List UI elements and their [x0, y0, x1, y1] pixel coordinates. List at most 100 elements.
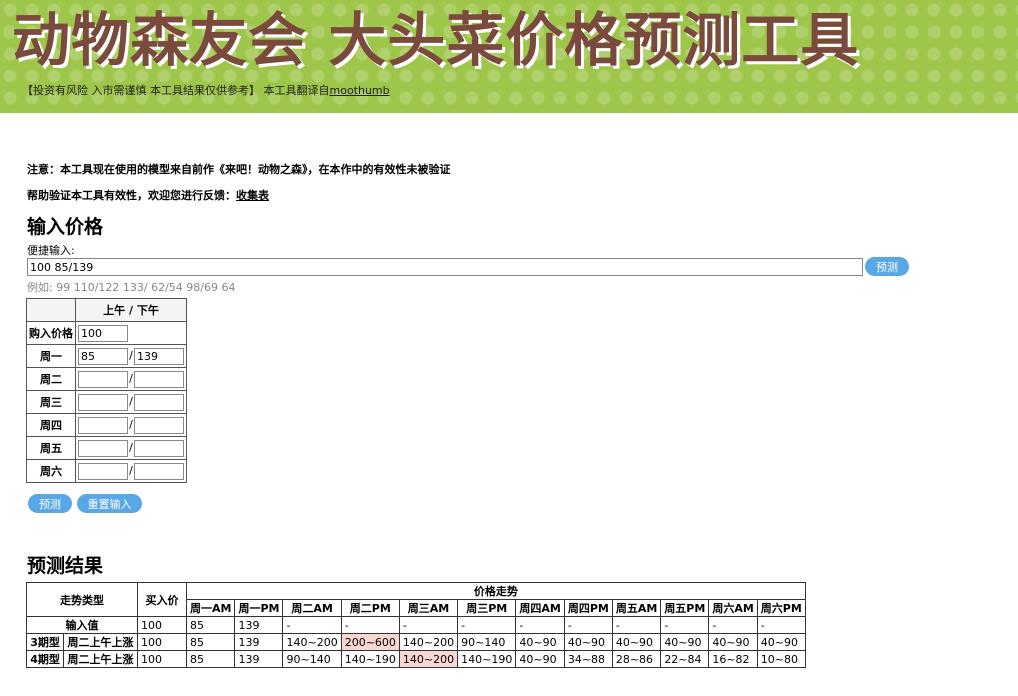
- price-range-cell: 10~80: [756, 650, 806, 668]
- quick-input[interactable]: [27, 258, 863, 276]
- day-price-cell: /: [75, 390, 187, 414]
- thu-am-input[interactable]: [78, 416, 128, 434]
- day-row-thu: 周四 /: [26, 413, 187, 437]
- tue-pm-input[interactable]: [134, 370, 184, 388]
- mon-pm-input[interactable]: [134, 347, 184, 365]
- day-label: 周二: [26, 367, 76, 391]
- pattern-type: 4期型: [25, 650, 65, 668]
- price-range-cell: -: [660, 616, 710, 634]
- price-range-cell: 16~82: [708, 650, 758, 668]
- day-price-cell: /: [75, 436, 187, 460]
- page-title: 动物森友会 大头菜价格预测工具: [12, 6, 860, 74]
- price-range-cell: 28~86: [611, 650, 662, 668]
- day-row-tue: 周二 /: [26, 367, 187, 391]
- buy-price-input[interactable]: [78, 324, 128, 342]
- credit-link[interactable]: moothumb: [330, 84, 390, 97]
- feedback-note: 帮助验证本工具有效性，欢迎您进行反馈：收集表: [27, 187, 269, 203]
- period-header: 周六PM: [756, 599, 806, 617]
- price-range-cell: 140~190: [457, 650, 517, 668]
- model-note: 注意：本工具现在使用的模型来自前作《来吧！动物之森》，在本作中的有效性未被验证: [27, 163, 451, 176]
- result-row: 输入值 100 85 139- - - - - - - - - -: [26, 616, 806, 634]
- buy-price-value: 100: [137, 650, 187, 668]
- buy-price-row: 购入价格: [26, 321, 187, 345]
- disclaimer-text: 【投资有风险 入市需谨慎 本工具结果仅供参考】 本工具翻译自: [22, 84, 330, 97]
- quick-input-label: 便捷输入:: [27, 244, 75, 257]
- day-price-cell: /: [75, 367, 187, 391]
- fri-pm-input[interactable]: [134, 439, 184, 457]
- period-header: 周五PM: [660, 599, 710, 617]
- period-header: 周四PM: [563, 599, 613, 617]
- price-range-cell: 34~88: [563, 650, 613, 668]
- thu-pm-input[interactable]: [134, 416, 184, 434]
- period-header: 周五AM: [611, 599, 662, 617]
- fri-am-input[interactable]: [78, 439, 128, 457]
- day-price-cell: /: [75, 413, 187, 437]
- price-range-cell: 85: [185, 633, 236, 651]
- price-range-cell: 40~90: [660, 633, 710, 651]
- predict-button[interactable]: 预测: [28, 494, 72, 513]
- feedback-link[interactable]: 收集表: [236, 189, 269, 202]
- result-row: 4期型 周二上午上涨 100 85 139 90~140 140~190 140~200 140…: [25, 650, 806, 668]
- day-label: 周三: [26, 390, 76, 414]
- feedback-prefix: 帮助验证本工具有效性，欢迎您进行反馈：: [27, 189, 236, 202]
- input-table-header-row: 上午 / 下午: [26, 298, 187, 322]
- input-table-corner: [26, 298, 76, 322]
- quick-predict-button[interactable]: 预测: [865, 257, 909, 276]
- day-row-sat: 周六 /: [26, 459, 187, 483]
- price-range-cell: 40~90: [756, 633, 806, 651]
- day-label: 周四: [26, 413, 76, 437]
- buy-price-label: 购入价格: [26, 321, 76, 345]
- day-price-cell: /: [75, 344, 187, 368]
- col-trend-header: 价格走势: [186, 582, 806, 600]
- sat-pm-input[interactable]: [134, 462, 184, 480]
- price-range-cell: -: [340, 616, 400, 634]
- results-heading: 预测结果: [27, 555, 104, 577]
- results-table: 走势类型 买入价 价格走势 周一AM 周一PM 周二AM 周二PM 周三AM 周三PM 周四…: [25, 582, 806, 668]
- pattern-subtype: 周二上午上涨: [63, 650, 138, 668]
- price-range-cell: -: [282, 616, 342, 634]
- price-range-cell: 85: [185, 616, 236, 634]
- price-range-cell: 40~90: [708, 633, 758, 651]
- price-range-cell: 140~200: [282, 633, 342, 651]
- reset-button[interactable]: 重置输入: [77, 494, 142, 513]
- period-header: 周一PM: [234, 599, 284, 617]
- day-row-wed: 周三 /: [26, 390, 187, 414]
- price-range-cell: -: [515, 616, 565, 634]
- price-input-table: 上午 / 下午 购入价格 周一 / 周二 / 周三 / 周四 / 周五 /: [26, 298, 187, 483]
- period-header: 周一AM: [185, 599, 236, 617]
- wed-pm-input[interactable]: [134, 393, 184, 411]
- col-type-header: 走势类型: [26, 582, 138, 617]
- pattern-type: 3期型: [25, 633, 65, 651]
- price-range-cell: 90~140: [282, 650, 342, 668]
- price-range-cell: 40~90: [611, 633, 662, 651]
- results-body: 输入值 100 85 139- - - - - - - - - -3期型 周二上午上涨 100 85 139 14…: [25, 616, 806, 668]
- price-range-cell: -: [708, 616, 758, 634]
- price-range-cell: -: [398, 616, 459, 634]
- row-label: 输入值: [26, 616, 138, 634]
- period-header: 周三AM: [398, 599, 459, 617]
- mon-am-input[interactable]: [78, 347, 128, 365]
- period-header: 周三PM: [457, 599, 517, 617]
- price-range-cell: -: [756, 616, 806, 634]
- period-header: 周二AM: [282, 599, 342, 617]
- price-range-cell: 139: [234, 650, 284, 668]
- sat-am-input[interactable]: [78, 462, 128, 480]
- results-header-row: 走势类型 买入价 价格走势: [26, 582, 806, 617]
- price-range-cell: -: [563, 616, 613, 634]
- period-header: 周六AM: [708, 599, 758, 617]
- tue-am-input[interactable]: [78, 370, 128, 388]
- price-range-cell: 85: [185, 650, 236, 668]
- day-label: 周五: [26, 436, 76, 460]
- am-pm-header: 上午 / 下午: [75, 298, 187, 322]
- buy-price-cell: [75, 321, 187, 345]
- price-range-cell: 140~200: [398, 633, 459, 651]
- price-range-cell: 40~90: [515, 650, 565, 668]
- period-header: 周二PM: [340, 599, 400, 617]
- buy-price-value: 100: [137, 633, 187, 651]
- buy-price-value: 100: [137, 616, 187, 634]
- price-range-cell: 139: [234, 616, 284, 634]
- disclaimer: 【投资有风险 入市需谨慎 本工具结果仅供参考】 本工具翻译自moothumb: [22, 82, 390, 98]
- wed-am-input[interactable]: [78, 393, 128, 411]
- price-range-cell: 200~600: [340, 633, 400, 651]
- day-row-mon: 周一 /: [26, 344, 187, 368]
